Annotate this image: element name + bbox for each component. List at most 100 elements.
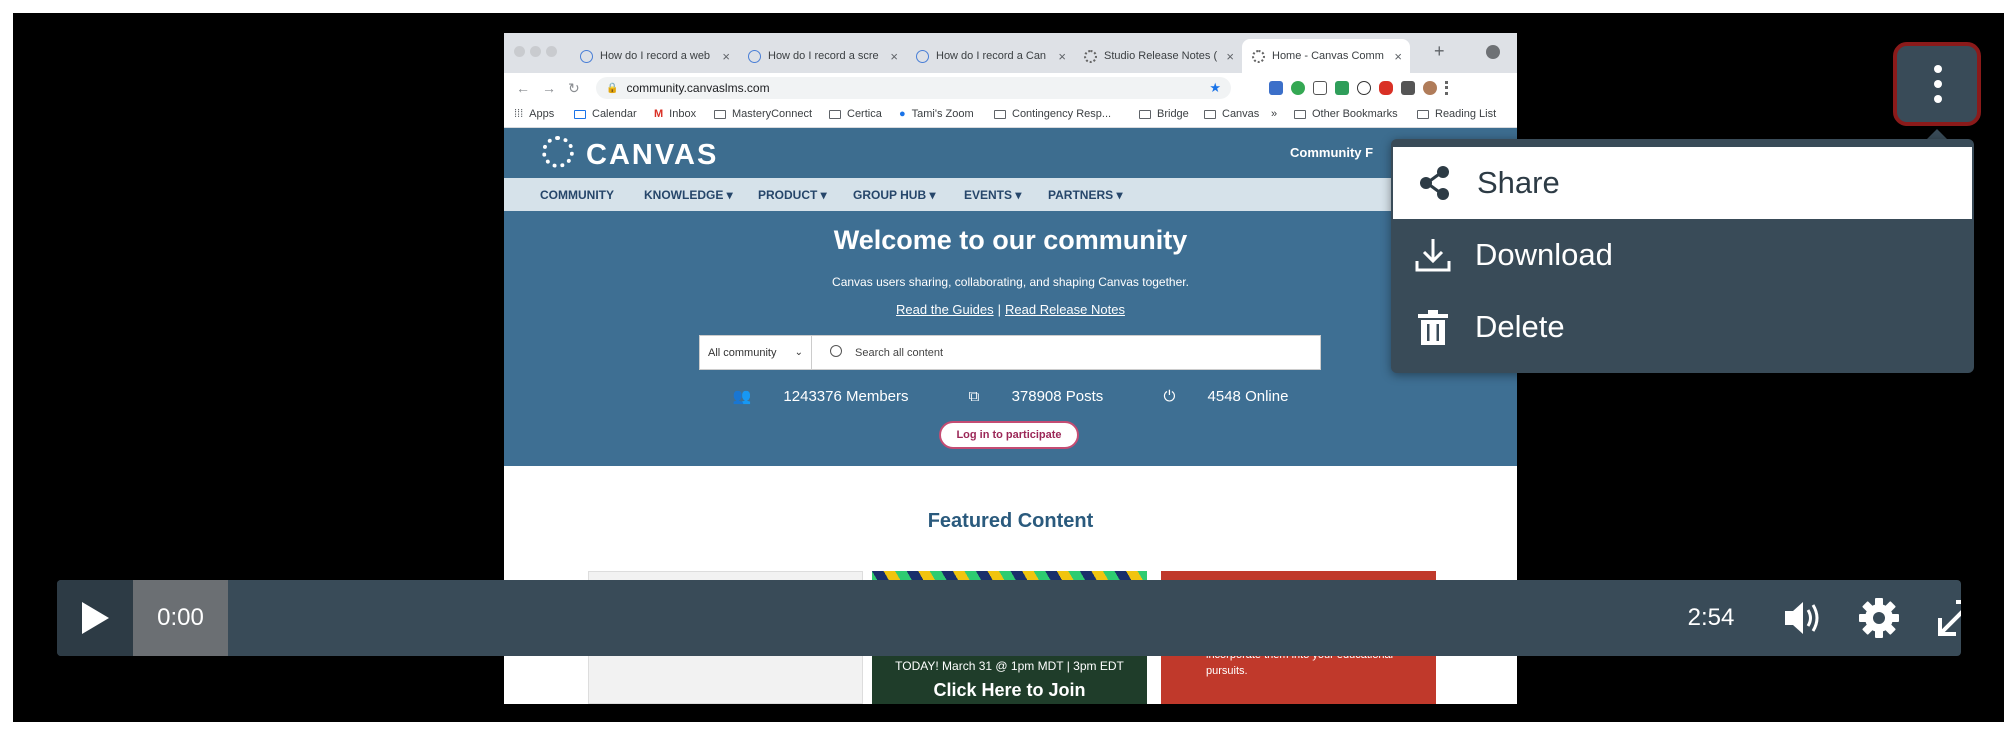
nav-item: PRODUCT ▾ — [758, 188, 827, 202]
nav-item: KNOWLEDGE ▾ — [644, 188, 733, 202]
bookmarks-overflow: » — [1271, 108, 1278, 120]
browser-tab: How do I record a Can × — [906, 39, 1074, 73]
zoom-icon: ● — [899, 108, 906, 120]
tab-close-icon: × — [1226, 48, 1234, 64]
reading-list-icon — [1417, 109, 1429, 119]
menu-item-label: Share — [1477, 165, 1560, 200]
total-time: 2:54 — [1687, 604, 1735, 631]
menu-item-delete[interactable]: Delete — [1391, 291, 1974, 363]
bookmark-inbox: M Inbox — [654, 108, 697, 120]
extension-icon — [1291, 81, 1305, 95]
bookmark-apps: ⁞⁞⁞ Apps — [514, 108, 555, 120]
settings-button[interactable] — [1855, 594, 1903, 642]
player-control-bar: 0:00 2:54 — [57, 580, 1961, 656]
menu-item-share[interactable]: Share — [1393, 147, 1972, 219]
bookmark-calendar: Calendar — [574, 108, 637, 120]
calendar-icon — [574, 109, 586, 119]
volume-icon — [1785, 602, 1819, 634]
menu-item-download[interactable]: Download — [1391, 219, 1974, 291]
forward-icon: → — [542, 80, 556, 96]
user-avatar-icon — [1423, 81, 1437, 95]
more-options-button[interactable] — [1893, 42, 1981, 126]
current-time: 0:00 — [133, 580, 228, 656]
posts-stat: ⧉ 378908 Posts — [968, 388, 1104, 405]
bookmark-folder: Contingency Resp... — [994, 108, 1111, 120]
folder-icon — [1204, 109, 1216, 119]
hero-title: Welcome to our community — [833, 225, 1188, 255]
tab-close-icon: × — [722, 48, 730, 64]
window-close-dot — [514, 46, 525, 57]
tab-close-icon: × — [1394, 48, 1402, 64]
extension-icon — [1357, 81, 1371, 95]
trash-icon — [1418, 310, 1448, 345]
browser-profile-icon — [1486, 45, 1500, 59]
tab-close-icon: × — [1058, 48, 1066, 64]
bookmark-folder: Canvas — [1204, 108, 1259, 120]
bookmark-zoom: ● Tami's Zoom — [899, 108, 974, 120]
canvas-logo-text: CANVAS — [586, 139, 719, 171]
online-stat: ⏻ 4548 Online — [1163, 388, 1289, 405]
tab-favicon-icon — [748, 49, 761, 63]
power-icon: ⏻ — [1163, 388, 1180, 405]
progress-bar[interactable] — [228, 580, 1798, 656]
tab-favicon-icon — [580, 49, 593, 63]
browser-tab: How do I record a web × — [570, 39, 738, 73]
gmail-icon: M — [654, 108, 664, 120]
bookmark-folder: Other Bookmarks — [1294, 108, 1398, 120]
window-zoom-dot — [546, 46, 557, 57]
window-minimize-dot — [530, 46, 541, 57]
hero-section: Welcome to our community Canvas users sh… — [504, 211, 1517, 466]
address-bar-url: community.canvaslms.com — [626, 81, 770, 95]
read-guides-link: Read the Guides — [896, 302, 994, 317]
download-icon — [1415, 239, 1451, 272]
browser-tab-active: Home - Canvas Comm × — [1242, 39, 1410, 73]
members-icon: 👥 — [732, 388, 756, 405]
tab-favicon-icon — [1084, 49, 1097, 63]
more-options-icon — [1934, 80, 1942, 88]
card-join-link: Click Here to Join — [933, 680, 1086, 700]
search-scope-select: All community ⌄ — [700, 336, 812, 369]
bookmark-folder: MasteryConnect — [714, 108, 812, 120]
hero-tagline: Canvas users sharing, collaborating, and… — [832, 275, 1189, 289]
play-icon — [82, 602, 109, 634]
login-button: Log in to participate — [939, 421, 1079, 449]
featured-content-title: Featured Content — [927, 510, 1094, 532]
community-stats: 👥 1243376 Members ⧉ 378908 Posts ⏻ 4548 … — [504, 387, 1517, 405]
back-icon: ← — [516, 80, 530, 96]
site-nav: COMMUNITY KNOWLEDGE ▾ PRODUCT ▾ GROUP HU… — [504, 178, 1517, 211]
nav-item: EVENTS ▾ — [964, 188, 1022, 202]
reload-icon: ↻ — [568, 80, 580, 96]
browser-tab: How do I record a scre × — [738, 39, 906, 73]
volume-button[interactable] — [1779, 594, 1827, 642]
more-options-icon — [1934, 95, 1942, 103]
nav-item: COMMUNITY — [540, 188, 614, 202]
posts-icon: ⧉ — [968, 388, 984, 405]
browser-tab: Studio Release Notes (× — [1074, 39, 1242, 73]
card-event-date: TODAY! March 31 @ 1pm MDT | 3pm EDT — [895, 659, 1124, 673]
folder-icon — [714, 109, 726, 119]
chevron-down-icon: ⌄ — [794, 347, 803, 358]
bookmarks-bar: ⁞⁞⁞ Apps Calendar M Inbox MasteryConnect C… — [504, 103, 1517, 128]
bookmark-folder: Bridge — [1139, 108, 1189, 120]
puzzle-extension-icon — [1401, 81, 1415, 95]
menu-item-label: Delete — [1475, 309, 1565, 344]
community-search: All community ⌄ Search all content — [699, 335, 1321, 370]
lock-icon: 🔒 — [606, 82, 619, 94]
bookmark-folder: Certica — [829, 108, 882, 120]
fullscreen-button[interactable] — [1932, 594, 1961, 642]
video-player: How do I record a web × How do I record a… — [13, 13, 2004, 722]
extension-icon — [1379, 81, 1393, 95]
menu-item-label: Download — [1475, 237, 1613, 272]
members-stat: 👥 1243376 Members — [732, 388, 909, 405]
browser-tab-strip: How do I record a web × How do I record a… — [504, 33, 1517, 73]
play-button[interactable] — [57, 580, 133, 656]
extension-icon — [1269, 81, 1283, 95]
folder-icon — [1294, 109, 1306, 119]
nav-item: GROUP HUB ▾ — [853, 188, 936, 202]
apps-grid-icon: ⁞⁞⁞ — [514, 108, 524, 120]
canvas-logo-icon — [542, 136, 574, 168]
folder-icon — [1139, 109, 1151, 119]
nav-item: PARTNERS ▾ — [1048, 188, 1123, 202]
search-icon — [830, 345, 842, 357]
folder-icon — [829, 109, 841, 119]
